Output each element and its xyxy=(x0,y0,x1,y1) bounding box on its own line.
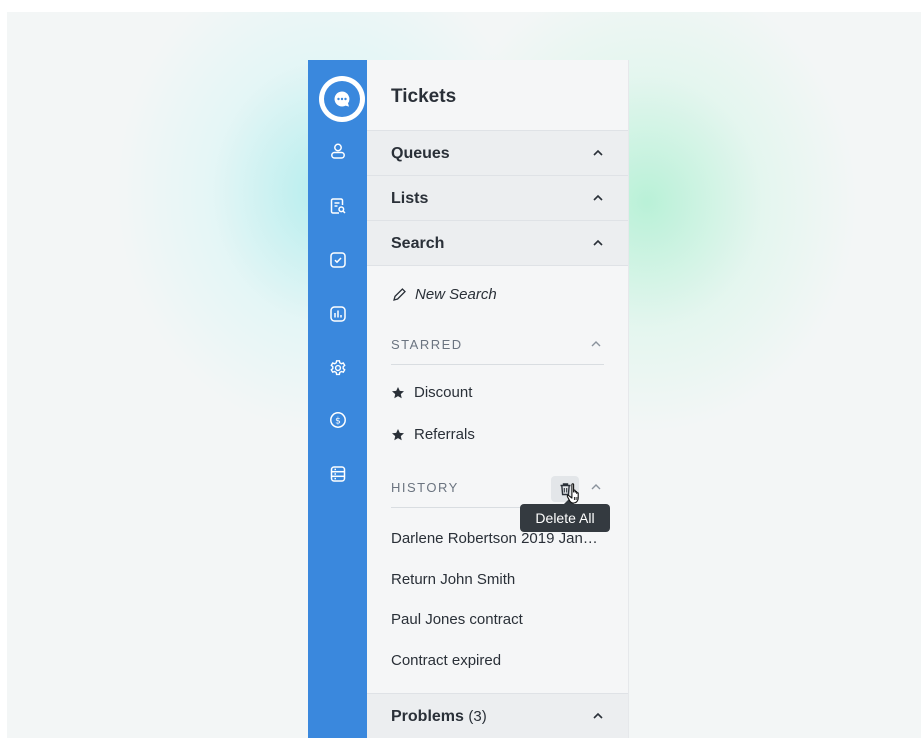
history-item[interactable]: Return John Smith xyxy=(391,571,604,588)
problems-count: (3) xyxy=(468,708,487,725)
checkbox-icon[interactable] xyxy=(328,250,348,270)
section-label: Queues xyxy=(391,145,450,162)
chevron-up-icon[interactable] xyxy=(592,194,604,202)
section-label: Problems (3) xyxy=(391,708,487,726)
section-lists[interactable]: Lists xyxy=(367,175,628,220)
icon-sidebar: $ xyxy=(308,60,367,738)
chat-icon[interactable] xyxy=(324,81,360,117)
new-search-link[interactable]: New Search xyxy=(391,286,497,303)
section-search[interactable]: Search xyxy=(367,220,628,266)
report-chart-icon[interactable] xyxy=(328,304,348,324)
panel-title: Tickets xyxy=(391,86,457,107)
section-label: Lists xyxy=(391,190,429,207)
starred-item-label: Referrals xyxy=(414,426,475,443)
delete-all-tooltip: Delete All xyxy=(520,499,610,532)
starred-item[interactable]: Referrals xyxy=(391,426,475,443)
star-icon xyxy=(392,428,404,440)
chevron-up-icon[interactable] xyxy=(592,149,604,157)
star-icon xyxy=(392,386,404,398)
search-document-icon[interactable] xyxy=(328,196,348,216)
history-label: HISTORY xyxy=(391,480,459,495)
starred-label: STARRED xyxy=(391,337,463,352)
svg-text:$: $ xyxy=(335,416,341,426)
starred-header[interactable]: STARRED xyxy=(391,334,604,365)
chevron-up-icon[interactable] xyxy=(590,483,602,491)
section-label: Search xyxy=(391,235,445,252)
starred-item[interactable]: Discount xyxy=(391,384,472,401)
tickets-panel: Tickets Queues Lists Search New Search S… xyxy=(367,60,629,738)
database-icon[interactable] xyxy=(328,464,348,484)
chevron-up-icon[interactable] xyxy=(592,712,604,720)
settings-icon[interactable] xyxy=(328,358,348,378)
history-item[interactable]: Darlene Robertson 2019 Jan… xyxy=(391,530,604,547)
section-queues[interactable]: Queues xyxy=(367,130,628,175)
chevron-up-icon[interactable] xyxy=(592,239,604,247)
user-icon[interactable] xyxy=(328,141,348,161)
problems-label: Problems xyxy=(391,708,464,725)
history-item[interactable]: Contract expired xyxy=(391,652,604,669)
billing-icon[interactable]: $ xyxy=(328,410,348,430)
section-problems[interactable]: Problems (3) xyxy=(367,693,628,738)
hand-pointer-icon xyxy=(566,483,579,504)
history-item[interactable]: Paul Jones contract xyxy=(391,611,604,628)
starred-item-label: Discount xyxy=(414,384,473,401)
chevron-up-icon[interactable] xyxy=(590,340,602,348)
new-search-label: New Search xyxy=(415,286,497,303)
pencil-icon xyxy=(393,287,406,301)
